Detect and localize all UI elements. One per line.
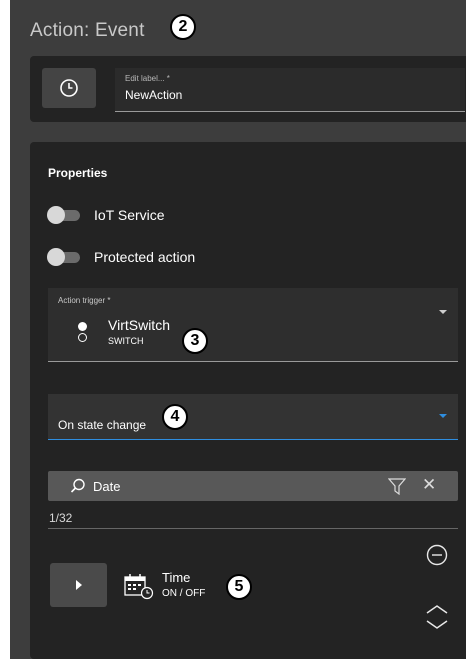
search-icon xyxy=(70,478,85,493)
protected-action-label: Protected action xyxy=(94,249,196,265)
label-input-caption: Edit label... * xyxy=(125,74,170,83)
state-change-select[interactable]: On state change xyxy=(48,394,458,440)
search-bar[interactable]: Date ✕ xyxy=(48,471,458,501)
annotation-badge-5: 5 xyxy=(226,574,252,600)
state-change-value: On state change xyxy=(58,418,147,432)
iot-service-toggle[interactable]: IoT Service xyxy=(47,205,248,225)
label-card: Edit label... * NewAction xyxy=(30,56,466,122)
chevron-down-icon[interactable] xyxy=(439,414,447,418)
item-state-label: ON / OFF xyxy=(162,588,206,599)
toggle-knob[interactable] xyxy=(47,206,65,224)
iot-service-label: IoT Service xyxy=(94,207,165,223)
chevron-down-icon[interactable] xyxy=(439,310,447,314)
protected-action-toggle[interactable]: Protected action xyxy=(47,247,248,267)
divider xyxy=(48,528,458,529)
label-input[interactable]: Edit label... * NewAction xyxy=(115,68,465,112)
action-trigger-caption: Action trigger * xyxy=(58,296,111,305)
label-input-value[interactable]: NewAction xyxy=(125,88,182,102)
trigger-device-name: VirtSwitch xyxy=(108,317,170,333)
trigger-device-type: SWITCH xyxy=(108,336,144,346)
calendar-clock-icon xyxy=(124,574,154,600)
icon-picker-button[interactable] xyxy=(42,68,96,108)
action-trigger-select[interactable]: Action trigger * VirtSwitch SWITCH xyxy=(48,288,458,362)
properties-card: Properties IoT Service Protected action … xyxy=(30,142,466,659)
search-input[interactable]: Date xyxy=(93,479,120,494)
close-icon[interactable]: ✕ xyxy=(422,476,436,494)
toggle-knob[interactable] xyxy=(47,248,65,266)
filter-icon[interactable] xyxy=(388,478,406,495)
action-event-panel: Action: Event 2 Edit label... * NewActio… xyxy=(10,0,466,659)
annotation-badge-2: 2 xyxy=(170,14,196,40)
annotation-badge-3: 3 xyxy=(182,328,208,354)
switch-state-icon xyxy=(78,322,90,342)
item-name: Time xyxy=(162,570,191,585)
clock-icon xyxy=(60,79,78,97)
result-count: 1/32 xyxy=(49,511,73,525)
properties-heading: Properties xyxy=(48,166,108,180)
play-button[interactable] xyxy=(50,563,107,607)
page-title: Action: Event xyxy=(30,20,145,41)
annotation-badge-4: 4 xyxy=(162,404,188,430)
minus-circle-icon[interactable] xyxy=(426,544,448,566)
chevron-up-down-icon[interactable] xyxy=(425,604,449,630)
play-icon xyxy=(76,580,82,590)
